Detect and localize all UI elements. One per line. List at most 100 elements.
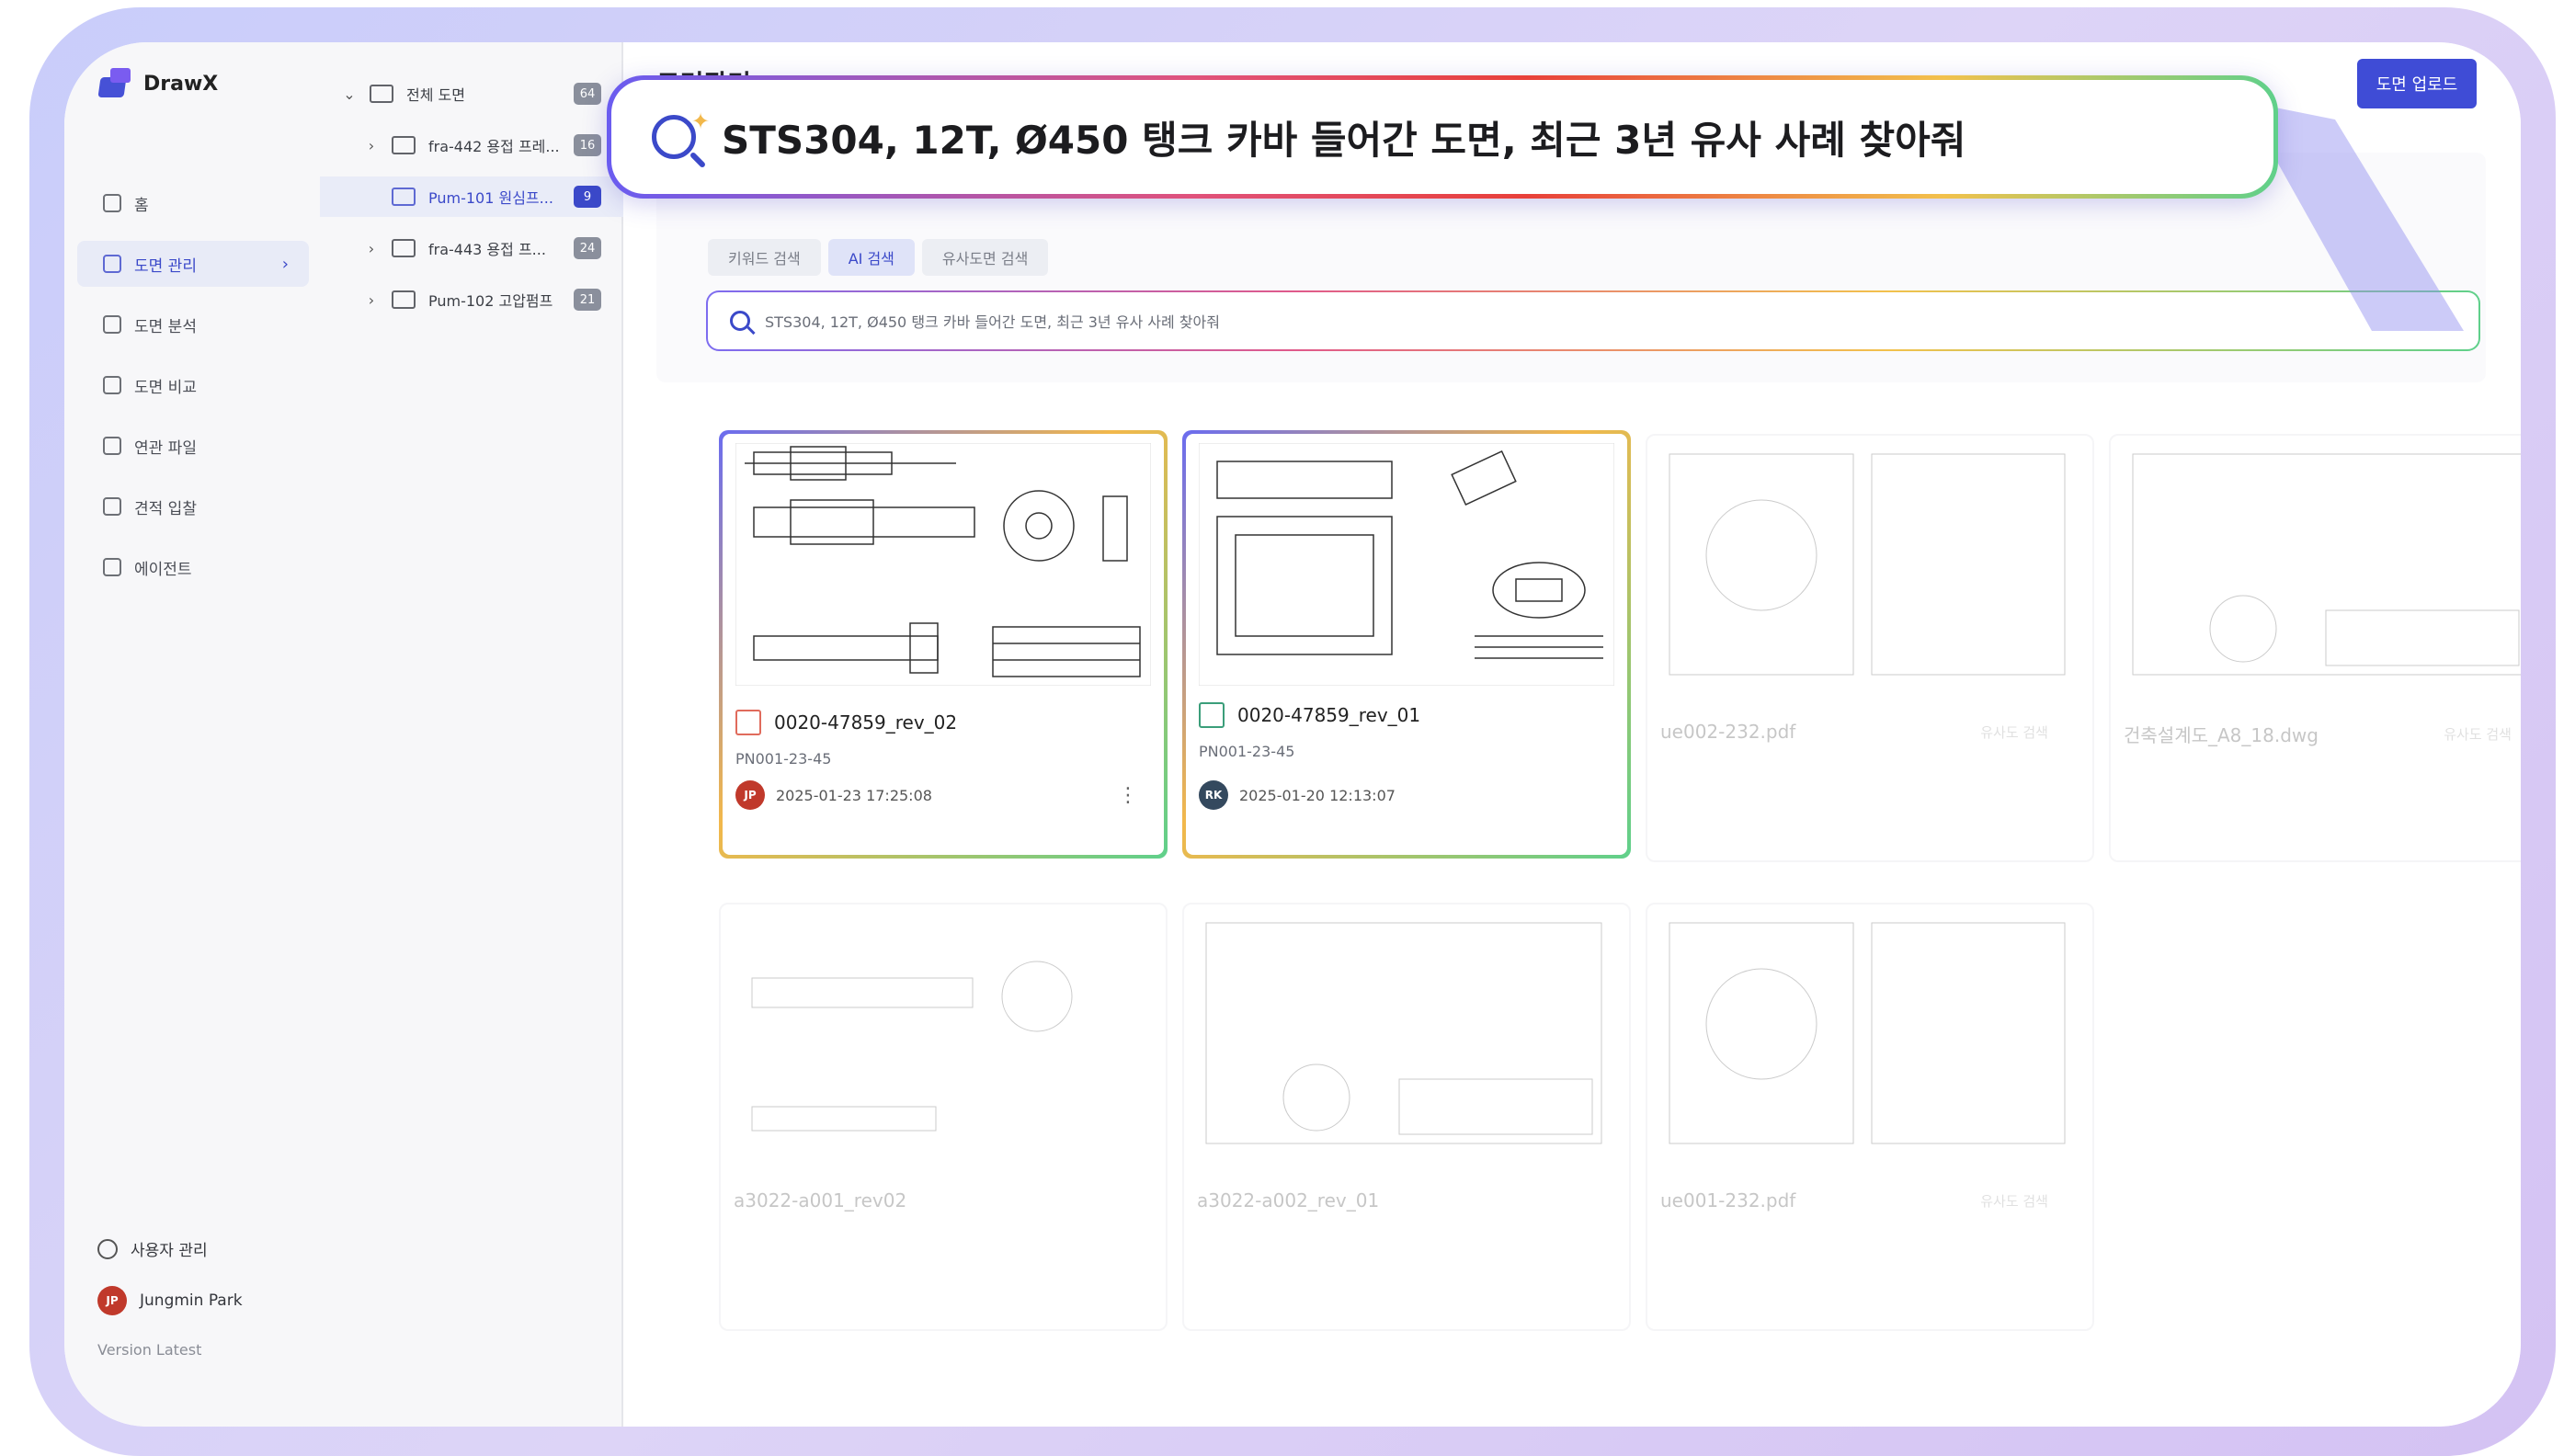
folder-icon xyxy=(103,255,121,273)
chevron-right-icon: › xyxy=(281,254,289,274)
user-admin-link[interactable]: 사용자 관리 xyxy=(97,1237,309,1260)
tree-item-label: fra-442 용접 프레... xyxy=(428,138,560,155)
timestamp: 2025-01-23 17:25:08 xyxy=(776,786,932,804)
drawing-thumbnail xyxy=(1669,922,2066,1144)
user-icon xyxy=(97,1238,118,1259)
nav-item-home[interactable]: 홈 xyxy=(77,180,309,226)
highlighted-query-text: STS304, 12T, Ø450 탱크 카바 들어간 도면, 최근 3년 유사… xyxy=(722,117,1966,163)
count-badge: 24 xyxy=(574,237,601,259)
file-name: a3022-a001_rev02 xyxy=(734,1189,907,1211)
tree-item-fra-443[interactable]: › fra-443 용접 프... 24 xyxy=(320,228,623,268)
nav-item-drawing-management[interactable]: 도면 관리 › xyxy=(77,241,309,287)
more-options-icon[interactable]: ⋮ xyxy=(1118,784,1138,807)
count-badge: 64 xyxy=(574,83,601,105)
nav-item-agent[interactable]: 에이전트 xyxy=(77,544,309,590)
nav-item-label: 도면 분석 xyxy=(134,317,197,336)
drawing-thumbnail xyxy=(1669,453,2066,676)
app-window: DrawX 홈 도면 관리 › 도면 분석 도면 비교 연관 파일 견적 입찰 에… xyxy=(64,42,2521,1427)
search-icon: ✦ xyxy=(652,108,710,159)
count-badge: 16 xyxy=(574,134,601,156)
folder-tree: ⌄ 전체 도면 64 › fra-442 용접 프레... 16 Pum-101 원심프… xyxy=(320,42,623,1427)
version-label: Version Latest xyxy=(97,1341,202,1359)
sidebar: DrawX 홈 도면 관리 › 도면 분석 도면 비교 연관 파일 견적 입찰 에… xyxy=(64,42,320,1427)
similar-search-link[interactable]: 유사도 검색 xyxy=(2444,724,2512,744)
part-number: PN001-23-45 xyxy=(735,750,832,768)
nav-item-quote-bid[interactable]: 견적 입찰 xyxy=(77,483,309,529)
nav-item-drawing-compare[interactable]: 도면 비교 xyxy=(77,362,309,408)
tree-item-label: Pum-102 고압펌프 xyxy=(428,292,553,310)
app-name: DrawX xyxy=(143,72,219,96)
chevron-right-icon: › xyxy=(368,239,375,257)
nav-item-label: 도면 관리 xyxy=(134,256,197,276)
drawing-card[interactable]: 0020-47859_rev_02 PN001-23-45 JP 2025-01-… xyxy=(719,430,1168,859)
part-number: PN001-23-45 xyxy=(1199,743,1295,760)
logo-icon xyxy=(99,68,131,99)
drawing-thumbnail xyxy=(2132,453,2521,676)
file-icon xyxy=(103,437,121,455)
card-meta: 0020-47859_rev_02 PN001-23-45 JP 2025-01-… xyxy=(735,710,1151,810)
file-name: ue001-232.pdf xyxy=(1660,1189,1796,1211)
user-admin-label: 사용자 관리 xyxy=(131,1242,208,1260)
chevron-right-icon: › xyxy=(368,290,375,309)
highlighted-search-input[interactable]: ✦ STS304, 12T, Ø450 탱크 카바 들어간 도면, 최근 3년 … xyxy=(607,75,2278,199)
home-icon xyxy=(103,194,121,212)
count-badge: 21 xyxy=(574,289,601,311)
file-name: 건축설계도_A8_18.dwg xyxy=(2124,724,2319,746)
drawing-thumbnail xyxy=(1199,443,1614,686)
folder-icon xyxy=(392,136,416,154)
nav-list: 홈 도면 관리 › 도면 분석 도면 비교 연관 파일 견적 입찰 에이전트 xyxy=(77,180,309,605)
cube-icon xyxy=(103,558,121,576)
current-user[interactable]: JP Jungmin Park xyxy=(97,1286,309,1315)
tree-item-label: 전체 도면 xyxy=(406,86,465,104)
tree-item-all[interactable]: ⌄ 전체 도면 64 xyxy=(320,74,623,114)
tree-item-pum-102[interactable]: › Pum-102 고압펌프 21 xyxy=(320,279,623,320)
sparkle-icon: ✦ xyxy=(691,108,711,134)
nav-item-label: 에이전트 xyxy=(134,560,192,579)
drawing-thumbnail xyxy=(1205,922,1602,1144)
tree-item-fra-442[interactable]: › fra-442 용접 프레... 16 xyxy=(320,125,623,165)
search-icon xyxy=(730,311,750,331)
sidebar-footer: 사용자 관리 JP Jungmin Park Version Latest xyxy=(97,1237,309,1359)
drawing-thumbnail xyxy=(751,961,1073,1132)
tab-ai-search[interactable]: AI 검색 xyxy=(827,239,915,276)
tab-keyword-search[interactable]: 키워드 검색 xyxy=(708,239,821,276)
folder-icon xyxy=(370,85,393,103)
drawing-card[interactable]: ue002-232.pdf 유사도 검색 xyxy=(1646,434,2094,862)
user-name: Jungmin Park xyxy=(140,1291,243,1310)
drawing-thumbnail xyxy=(735,443,1151,686)
drawing-card[interactable]: a3022-a002_rev_01 xyxy=(1182,903,1631,1331)
drawing-card[interactable]: 0020-47859_rev_01 PN001-23-45 RK 2025-01-… xyxy=(1182,430,1631,859)
tree-item-pum-101[interactable]: Pum-101 원심프... 9 xyxy=(320,176,623,217)
nav-item-label: 도면 비교 xyxy=(134,378,197,397)
compare-icon xyxy=(103,376,121,394)
tree-item-label: Pum-101 원심프... xyxy=(428,189,553,207)
chevron-down-icon: ⌄ xyxy=(343,85,356,103)
file-name: a3022-a002_rev_01 xyxy=(1197,1189,1380,1211)
folder-icon xyxy=(392,188,416,206)
chevron-right-icon: › xyxy=(368,136,375,154)
nav-item-label: 홈 xyxy=(134,196,149,215)
similar-search-link[interactable]: 유사도 검색 xyxy=(1980,1191,2048,1211)
pdf-icon xyxy=(735,710,761,735)
avatar: RK xyxy=(1199,780,1228,810)
nav-item-drawing-analysis[interactable]: 도면 분석 xyxy=(77,301,309,347)
drawing-card[interactable]: 건축설계도_A8_18.dwg 유사도 검색 xyxy=(2109,434,2521,862)
nav-item-label: 연관 파일 xyxy=(134,438,197,458)
folder-icon xyxy=(392,239,416,257)
tab-similar-search[interactable]: 유사도면 검색 xyxy=(921,239,1049,276)
nav-item-related-files[interactable]: 연관 파일 xyxy=(77,423,309,469)
image-icon xyxy=(1199,702,1225,728)
search-tabs: 키워드 검색 AI 검색 유사도면 검색 xyxy=(708,239,1049,276)
drawing-card[interactable]: ue001-232.pdf 유사도 검색 xyxy=(1646,903,2094,1331)
file-name: 0020-47859_rev_02 xyxy=(774,711,958,734)
logo: DrawX xyxy=(99,68,218,99)
avatar: JP xyxy=(97,1286,127,1315)
folder-icon xyxy=(392,290,416,309)
drawing-card[interactable]: a3022-a001_rev02 xyxy=(719,903,1168,1331)
timestamp: 2025-01-20 12:13:07 xyxy=(1239,786,1396,804)
similar-search-link[interactable]: 유사도 검색 xyxy=(1980,722,2048,742)
count-badge: 9 xyxy=(574,186,601,208)
card-meta: 0020-47859_rev_01 PN001-23-45 RK 2025-01-… xyxy=(1199,702,1614,810)
file-name: ue002-232.pdf xyxy=(1660,721,1796,743)
avatar: JP xyxy=(735,780,765,810)
